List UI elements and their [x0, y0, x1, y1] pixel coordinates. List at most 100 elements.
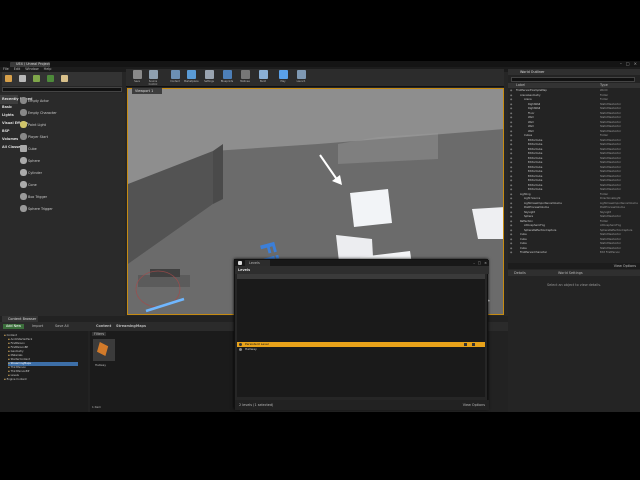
visibility-eye-icon[interactable]: ◉ [510, 224, 512, 228]
outliner-search-input[interactable] [511, 77, 635, 82]
place-item-box-trigger[interactable]: Box Trigger [28, 195, 47, 199]
place-item-point-light[interactable]: Point Light [28, 123, 46, 127]
visibility-eye-icon[interactable]: ◉ [510, 148, 512, 152]
column-type[interactable]: Type [600, 83, 608, 88]
folder-tree-item[interactable]: ▪ Engine Content [4, 378, 27, 382]
place-item-player-start[interactable]: Player Start [28, 135, 48, 139]
outliner-row[interactable]: ◉ ArenaGeometry Folder [508, 94, 640, 98]
outliner-row[interactable]: ◉ Lighting Folder [508, 193, 640, 197]
column-label[interactable]: Label [516, 83, 525, 88]
visibility-eye-icon[interactable]: ◉ [510, 89, 512, 93]
visibility-eye-icon[interactable]: ◉ [510, 211, 512, 215]
matinee-button[interactable]: Matinee [238, 70, 252, 86]
outliner-row[interactable]: ◉ SkyLight SkyLight [508, 211, 640, 215]
visibility-eye-icon[interactable]: ◉ [510, 251, 512, 255]
asset-tile[interactable] [93, 339, 115, 361]
place-item-cylinder[interactable]: Cylinder [28, 171, 42, 175]
visibility-eye-icon[interactable]: ◉ [510, 139, 512, 143]
visibility-eye-icon[interactable] [239, 343, 242, 346]
visibility-eye-icon[interactable]: ◉ [510, 161, 512, 165]
path-content[interactable]: Content [96, 324, 111, 329]
category-basic[interactable]: Basic [2, 105, 12, 109]
category-lights[interactable]: Lights [2, 113, 14, 117]
outliner-row[interactable]: ◉ EditorCube StaticMeshActor [508, 170, 640, 174]
visibility-eye-icon[interactable]: ◉ [510, 238, 512, 242]
visibility-eye-icon[interactable]: ◉ [510, 242, 512, 246]
outliner-row[interactable]: ◉ EditorCube StaticMeshActor [508, 143, 640, 147]
outliner-row[interactable]: ◉ Cube StaticMeshActor [508, 242, 640, 246]
place-item-empty-actor[interactable]: Empty Actor [28, 99, 49, 103]
outliner-row[interactable]: ◉ Wall StaticMeshActor [508, 121, 640, 125]
visibility-eye-icon[interactable] [239, 348, 242, 351]
build-button[interactable]: Build [256, 70, 270, 86]
levels-menu-button[interactable]: Levels [238, 267, 250, 273]
import-button[interactable]: Import [32, 324, 43, 329]
level-row-hallway[interactable]: Hallway [237, 347, 485, 352]
outliner-row[interactable]: ◉ Arena Folder [508, 98, 640, 102]
visibility-eye-icon[interactable]: ◉ [510, 94, 512, 98]
save-level-icon[interactable] [472, 343, 475, 346]
visibility-eye-icon[interactable]: ◉ [510, 220, 512, 224]
outliner-row[interactable]: ◉ EditorCube StaticMeshActor [508, 179, 640, 183]
outliner-row[interactable]: ◉ Reflection Folder [508, 220, 640, 224]
visibility-eye-icon[interactable]: ◉ [510, 215, 512, 219]
visibility-eye-icon[interactable]: ◉ [510, 247, 512, 251]
play-button[interactable]: Play [276, 70, 290, 86]
visibility-eye-icon[interactable]: ◉ [510, 116, 512, 120]
modes-search-input[interactable] [2, 87, 122, 92]
filters-button[interactable]: Filters [92, 332, 107, 336]
levels-view-options[interactable]: View Options [463, 400, 485, 410]
visibility-eye-icon[interactable]: ◉ [510, 202, 512, 206]
outliner-row[interactable]: ◉ Floor StaticMeshActor [508, 112, 640, 116]
outliner-row[interactable]: ◉ EditorCube StaticMeshActor [508, 152, 640, 156]
visibility-eye-icon[interactable]: ◉ [510, 233, 512, 237]
category-bsp[interactable]: BSP [2, 129, 10, 133]
landscape-mode-icon[interactable] [33, 75, 40, 82]
place-mode-icon[interactable] [5, 75, 12, 82]
save-all-button[interactable]: Save All [55, 324, 69, 329]
outliner-row[interactable]: ◉ Cube StaticMeshActor [508, 238, 640, 242]
visibility-eye-icon[interactable]: ◉ [510, 125, 512, 129]
outliner-row[interactable]: ◉ EditorCube StaticMeshActor [508, 175, 640, 179]
geometry-mode-icon[interactable] [61, 75, 68, 82]
visibility-eye-icon[interactable]: ◉ [510, 107, 512, 111]
outliner-row[interactable]: ◉ EditorCube StaticMeshActor [508, 166, 640, 170]
outliner-row[interactable]: ◉ EditorCube StaticMeshActor [508, 157, 640, 161]
settings-button[interactable]: Settings [202, 70, 216, 86]
blueprints-button[interactable]: Blueprints [220, 70, 234, 86]
outliner-row[interactable]: ◉ RightWall StaticMeshActor [508, 103, 640, 107]
outliner-row[interactable]: ◉ EditorCube StaticMeshActor [508, 139, 640, 143]
visibility-eye-icon[interactable]: ◉ [510, 193, 512, 197]
source-control-button[interactable]: Source Control [146, 70, 160, 86]
outliner-row[interactable]: ◉ Wall StaticMeshActor [508, 116, 640, 120]
content-button[interactable]: Content [168, 70, 182, 86]
outliner-row[interactable]: ◉ RightWall StaticMeshActor [508, 107, 640, 111]
outliner-row[interactable]: ◉ EditorCube StaticMeshActor [508, 148, 640, 152]
outliner-row[interactable]: ◉ Wall StaticMeshActor [508, 130, 640, 134]
visibility-eye-icon[interactable]: ◉ [510, 166, 512, 170]
outliner-row[interactable]: ◉ Cube StaticMeshActor [508, 233, 640, 237]
visibility-eye-icon[interactable]: ◉ [510, 188, 512, 192]
visibility-eye-icon[interactable]: ◉ [510, 103, 512, 107]
paint-mode-icon[interactable] [19, 75, 26, 82]
outliner-row[interactable]: ◉ Cubes Folder [508, 134, 640, 138]
lock-icon[interactable] [464, 343, 467, 346]
outliner-row[interactable]: ◉ FirstPersonExampleMap World [508, 89, 640, 93]
visibility-eye-icon[interactable]: ◉ [510, 98, 512, 102]
visibility-eye-icon[interactable]: ◉ [510, 134, 512, 138]
visibility-eye-icon[interactable]: ◉ [510, 130, 512, 134]
place-item-cube[interactable]: Cube [28, 147, 37, 151]
outliner-row[interactable]: ◉ Cube StaticMeshActor [508, 247, 640, 251]
outliner-row[interactable]: ◉ Light Source DirectionalLight [508, 197, 640, 201]
place-item-cone[interactable]: Cone [28, 183, 37, 187]
outliner-row[interactable]: ◉ Sphere StaticMeshActor [508, 215, 640, 219]
outliner-view-options[interactable]: View Options [614, 263, 636, 269]
visibility-eye-icon[interactable]: ◉ [510, 143, 512, 147]
visibility-eye-icon[interactable]: ◉ [510, 121, 512, 125]
place-item-sphere[interactable]: Sphere [28, 159, 40, 163]
outliner-row[interactable]: ◉ EditorCube StaticMeshActor [508, 188, 640, 192]
visibility-eye-icon[interactable]: ◉ [510, 112, 512, 116]
marketplace-button[interactable]: Marketplace [184, 70, 199, 86]
outliner-row[interactable]: ◉ LightmassImportanceVolume LightmassImpor… [508, 202, 640, 206]
path-streaming-maps[interactable]: StreamingMaps [116, 324, 146, 329]
